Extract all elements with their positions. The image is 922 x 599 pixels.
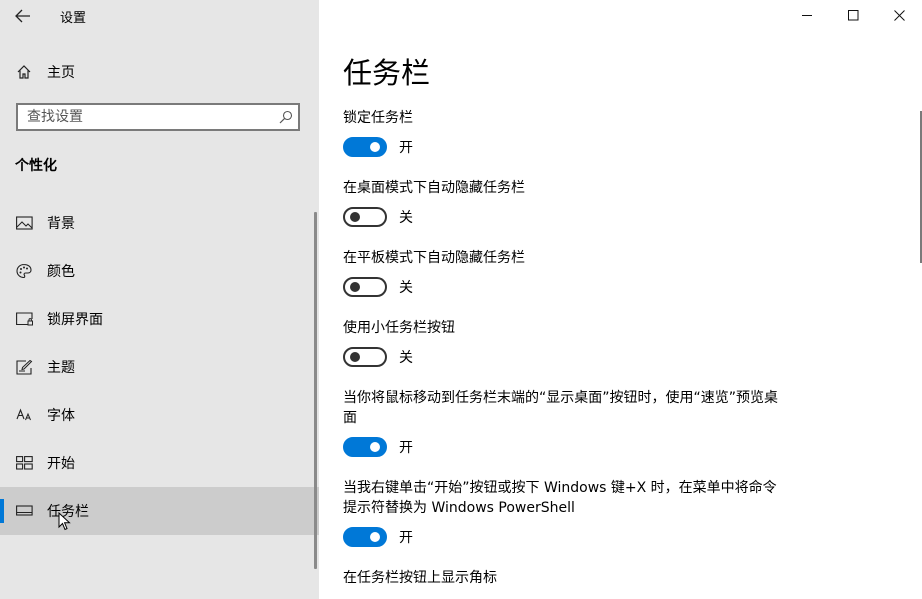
home-nav-item[interactable]: 主页 <box>0 55 319 89</box>
taskbar-icon <box>15 503 33 519</box>
search-input[interactable] <box>18 108 274 126</box>
lock-screen-icon <box>15 311 33 327</box>
mouse-cursor-icon <box>58 512 71 531</box>
sidebar-scrollbar[interactable] <box>314 212 317 569</box>
app-title: 设置 <box>60 11 87 26</box>
toggle-state: 关 <box>399 350 413 366</box>
autohide-tablet-toggle[interactable] <box>343 277 387 297</box>
sidebar-item-label: 字体 <box>47 408 75 424</box>
sidebar-item-taskbar[interactable]: 任务栏 <box>0 487 319 535</box>
toggle-knob <box>370 142 380 152</box>
toggle-knob <box>370 442 380 452</box>
section-title: 个性化 <box>15 158 57 174</box>
back-arrow-icon <box>15 9 30 23</box>
sidebar-item-label: 背景 <box>47 216 75 232</box>
title-bar-left: 设置 <box>0 0 319 32</box>
setting-label: 当你将鼠标移动到任务栏末端的“显示桌面”按钮时，使用“速览”预览桌面 <box>343 390 779 426</box>
peek-toggle[interactable] <box>343 437 387 457</box>
sidebar-item-background[interactable]: 背景 <box>0 199 319 247</box>
close-icon <box>893 9 905 21</box>
toggle-state: 开 <box>399 530 413 546</box>
autohide-desktop-toggle[interactable] <box>343 207 387 227</box>
window-controls <box>784 0 922 30</box>
picture-icon <box>15 215 33 231</box>
sidebar-item-colors[interactable]: 颜色 <box>0 247 319 295</box>
setting-label: 使用小任务栏按钮 <box>343 320 455 336</box>
toggle-state: 开 <box>399 140 413 156</box>
theme-brush-icon <box>15 359 33 375</box>
toggle-knob <box>370 532 380 542</box>
search-icon[interactable] <box>274 105 298 129</box>
home-icon <box>15 63 33 81</box>
main-content: 任务栏 锁定任务栏 开 在桌面模式下自动隐藏任务栏 关 在平板模式下自动隐藏任务… <box>319 0 922 599</box>
sidebar-item-label: 开始 <box>47 456 75 472</box>
setting-label: 在桌面模式下自动隐藏任务栏 <box>343 180 525 196</box>
sidebar-item-fonts[interactable]: 字体 <box>0 391 319 439</box>
toggle-knob <box>350 212 360 222</box>
setting-label: 锁定任务栏 <box>343 110 413 126</box>
setting-powershell: 当我右键单击“开始”按钮或按下 Windows 键+X 时，在菜单中将命令提示符… <box>343 478 783 547</box>
sidebar-item-start[interactable]: 开始 <box>0 439 319 487</box>
toggle-state: 开 <box>399 440 413 456</box>
setting-label: 当我右键单击“开始”按钮或按下 Windows 键+X 时，在菜单中将命令提示符… <box>343 480 777 516</box>
sidebar-item-label: 锁屏界面 <box>47 312 103 328</box>
minimize-button[interactable] <box>784 0 830 30</box>
setting-badges: 在任务栏按钮上显示角标 <box>343 568 783 588</box>
toggle-knob <box>350 282 360 292</box>
toggle-knob <box>350 352 360 362</box>
setting-small-buttons: 使用小任务栏按钮 关 <box>343 318 783 367</box>
toggle-state: 关 <box>399 210 413 226</box>
sidebar-nav: 背景 颜色 锁屏界面 主题 字体 开始 任务栏 <box>0 199 319 535</box>
sidebar: 设置 主页 个性化 背景 颜色 锁屏界面 <box>0 0 319 599</box>
toggle-state: 关 <box>399 280 413 296</box>
setting-label: 在平板模式下自动隐藏任务栏 <box>343 250 525 266</box>
sidebar-item-label: 颜色 <box>47 264 75 280</box>
lock-taskbar-toggle[interactable] <box>343 137 387 157</box>
sidebar-item-themes[interactable]: 主题 <box>0 343 319 391</box>
palette-icon <box>15 263 33 279</box>
maximize-icon <box>847 9 858 20</box>
search-box[interactable] <box>16 103 300 131</box>
page-title: 任务栏 <box>343 56 431 90</box>
small-buttons-toggle[interactable] <box>343 347 387 367</box>
back-button[interactable] <box>13 6 33 26</box>
setting-label: 在任务栏按钮上显示角标 <box>343 570 497 586</box>
setting-peek: 当你将鼠标移动到任务栏末端的“显示桌面”按钮时，使用“速览”预览桌面 开 <box>343 388 783 457</box>
sidebar-item-label: 主题 <box>47 360 75 376</box>
font-icon <box>15 407 33 423</box>
setting-autohide-desktop: 在桌面模式下自动隐藏任务栏 关 <box>343 178 783 227</box>
setting-lock-taskbar: 锁定任务栏 开 <box>343 108 783 157</box>
maximize-button[interactable] <box>830 0 876 30</box>
start-tiles-icon <box>15 455 33 471</box>
home-label: 主页 <box>47 65 75 81</box>
powershell-toggle[interactable] <box>343 527 387 547</box>
sidebar-item-lock-screen[interactable]: 锁屏界面 <box>0 295 319 343</box>
setting-autohide-tablet: 在平板模式下自动隐藏任务栏 关 <box>343 248 783 297</box>
minimize-icon <box>801 14 812 16</box>
close-button[interactable] <box>876 0 922 30</box>
